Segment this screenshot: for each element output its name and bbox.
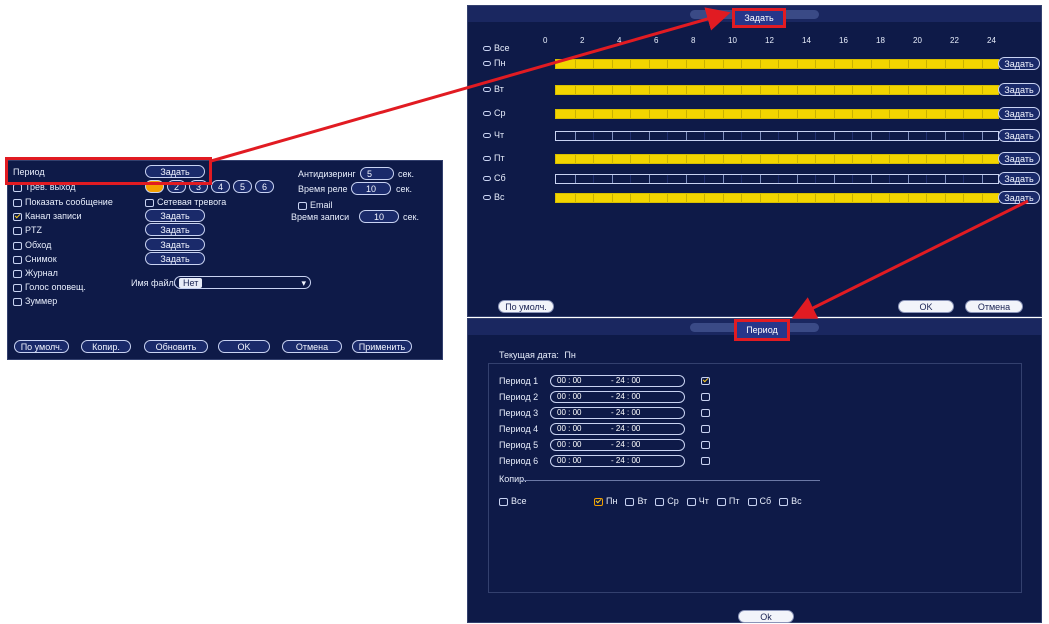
arrow-to-schedule	[210, 7, 731, 163]
arrow-to-period	[791, 199, 1029, 319]
callout-arrows	[210, 7, 1029, 319]
